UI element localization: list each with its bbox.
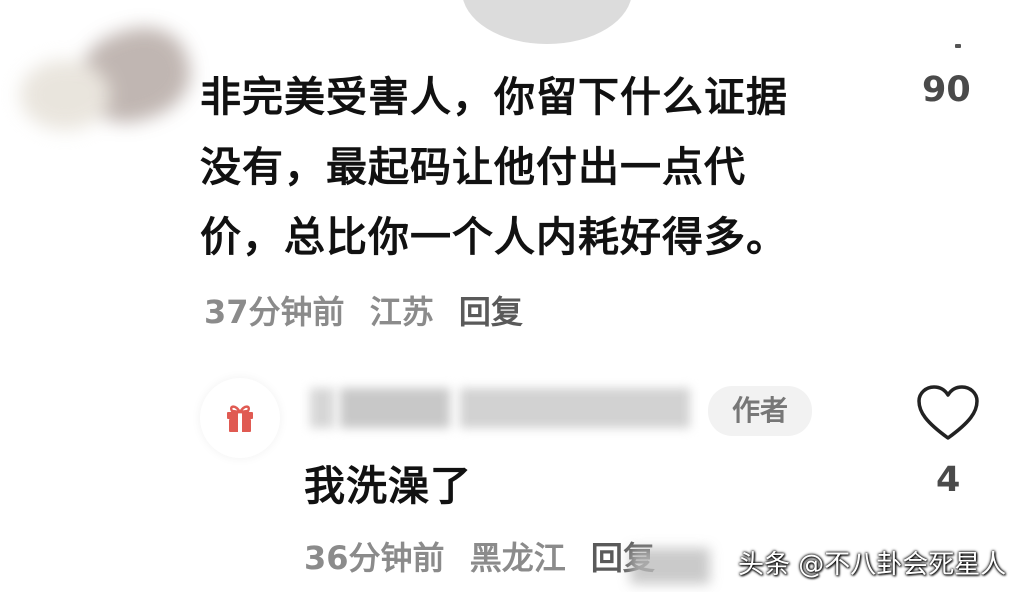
watermark-smudge: [630, 548, 710, 584]
comment-reply-button[interactable]: 回复: [459, 293, 523, 331]
comment-like-count[interactable]: 90: [922, 70, 971, 110]
top-avatar-partial[interactable]: [462, 0, 632, 44]
reply-location: 黑龙江: [469, 539, 566, 577]
gift-icon: [227, 405, 253, 432]
author-badge: 作者: [708, 386, 812, 436]
comment-time: 37分钟前: [204, 293, 345, 331]
reply-time: 36分钟前: [304, 539, 445, 577]
watermark: 头条 @不八卦会死星人: [738, 550, 1007, 580]
comment-line: 没有，最起码让他付出一点代: [200, 143, 746, 191]
comment-line: 非完美受害人，你留下什么证据: [200, 73, 788, 121]
comment-location: 江苏: [369, 293, 434, 331]
reply-like-count: 4: [936, 460, 961, 500]
reply-username-blurred[interactable]: [310, 382, 700, 432]
comment-body: 非完美受害人，你留下什么证据 没有，最起码让他付出一点代 价，总比你一个人内耗好…: [200, 62, 890, 272]
comment-line: 价，总比你一个人内耗好得多。: [200, 213, 788, 261]
commenter-avatar[interactable]: [10, 0, 210, 150]
heart-icon[interactable]: [916, 384, 980, 442]
comment-meta: 37分钟前 江苏 回复: [204, 287, 537, 333]
reply-body: 我洗澡了: [304, 462, 472, 510]
reply-meta: 36分钟前 黑龙江 回复: [304, 533, 669, 579]
more-indicator: [955, 44, 961, 48]
